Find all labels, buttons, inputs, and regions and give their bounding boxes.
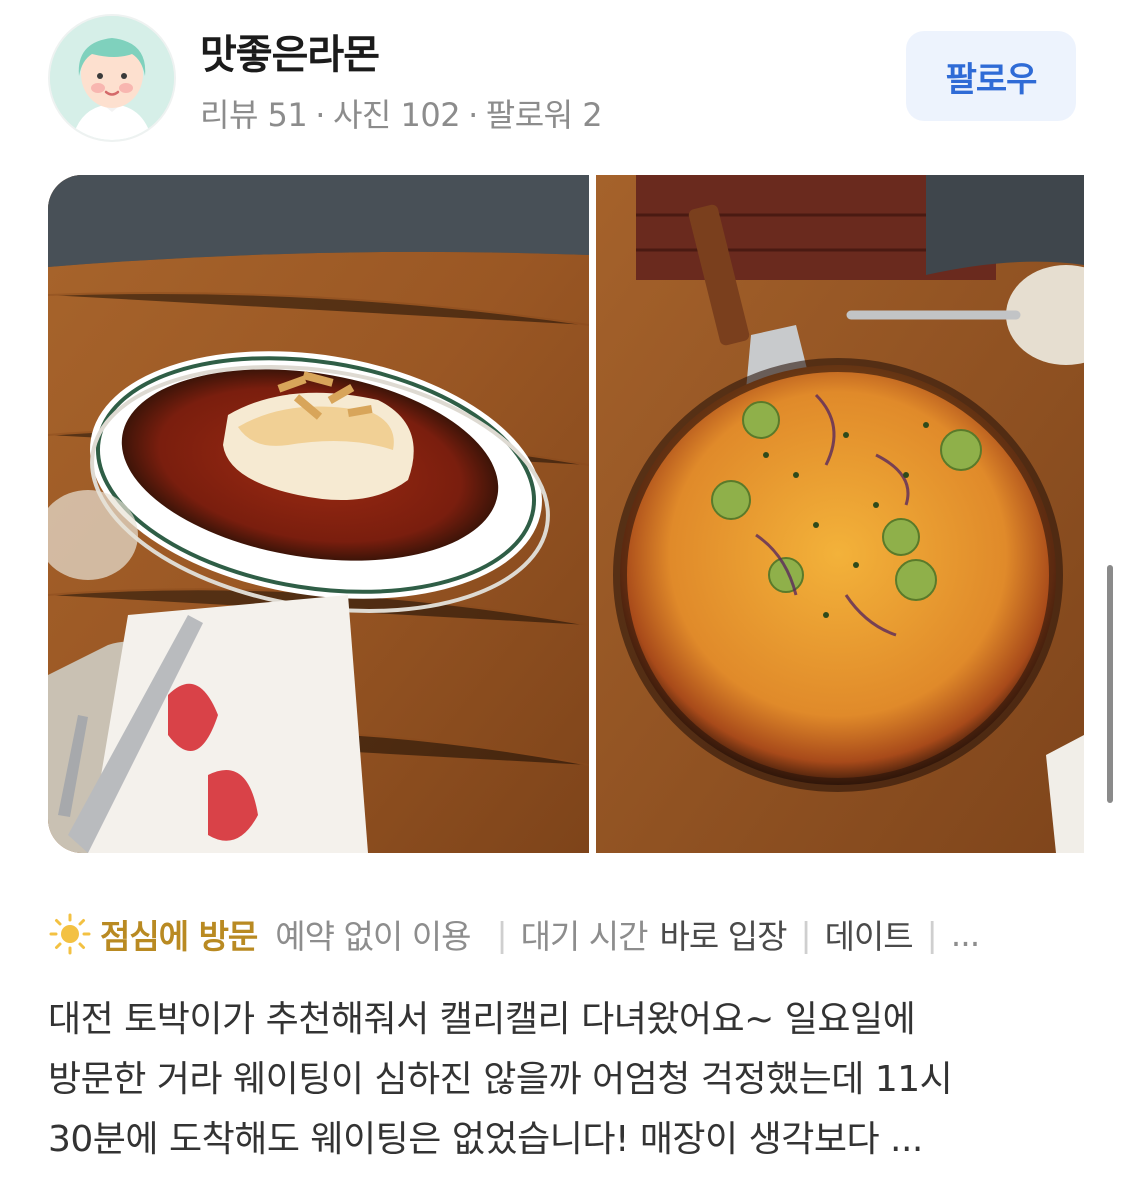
scrollbar[interactable] [1107,565,1113,803]
reservation-tag: 예약 없이 이용 [275,917,471,956]
photo-count: 사진 102 [332,96,461,134]
visit-tags: 점심에 방문 예약 없이 이용 | 대기 시간 바로 입장 | 데이트 | ..… [48,906,981,962]
review-line: 방문한 거라 웨이팅이 심하진 않을까 어엄청 걱정했는데 11시 [48,1059,953,1100]
follower-count: 팔로워 2 [485,96,603,134]
tag-separator: | [926,914,938,954]
review-count: 리뷰 51 [200,96,308,134]
purpose-tag: 데이트 [824,917,914,956]
lasagna-photo-icon [48,175,589,853]
wait-time-value: 바로 입장 [659,917,788,956]
review-line: 30분에 도착해도 웨이팅은 없었습니다! 매장이 생각보다 ... [48,1119,923,1160]
review-text[interactable]: 대전 토박이가 추천해줘서 캘리캘리 다녀왔어요~ 일요일에 방문한 거라 웨이… [48,990,1088,1170]
stats-separator: · [315,96,325,134]
review-line: 대전 토박이가 추천해줘서 캘리캘리 다녀왔어요~ 일요일에 [48,999,916,1040]
more-tags[interactable]: ... [951,915,981,954]
avatar-illustration-icon [50,16,174,140]
stats-separator: · [468,96,478,134]
username[interactable]: 맛좋은라몬 [200,22,380,80]
tag-separator: | [800,914,811,954]
profile-stats: 리뷰 51 · 사진 102 · 팔로워 2 [200,90,603,136]
photo-carousel[interactable] [48,175,1084,853]
review-photo-pizza[interactable] [596,175,1084,853]
sun-icon [49,913,91,955]
pizza-photo-icon [596,175,1084,853]
review-photo-lasagna[interactable] [48,175,589,853]
avatar[interactable] [50,16,174,140]
follow-button[interactable]: 팔로우 [906,31,1076,121]
profile-header: 맛좋은라몬 리뷰 51 · 사진 102 · 팔로워 2 팔로우 [0,0,1125,160]
visit-time-tag: 점심에 방문 [100,917,258,956]
tag-separator: | [496,914,507,954]
wait-time-label: 대기 시간 [520,917,649,956]
